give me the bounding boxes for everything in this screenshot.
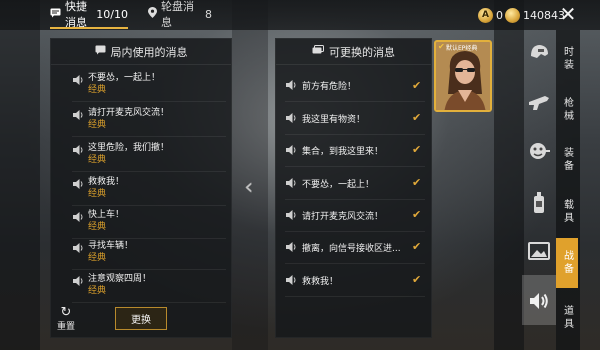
checkmark-icon: ✔ [412,208,422,221]
message-text: 撤离，向信号接收区进... [302,243,401,254]
message-text: 请打开麦克风交流！ [302,211,384,222]
message-text: 注意观察四周！ [88,274,152,284]
reset-button[interactable]: ↻ 重置 [54,306,78,332]
reset-label: 重置 [56,322,75,332]
picture-icon[interactable] [526,238,552,264]
speaker-icon [73,212,83,222]
message-text: 寻找车辆！ [88,241,134,251]
selected-check-icon: ✔ [438,42,445,51]
list-item[interactable]: 寻找车辆！ 经典 [72,237,226,270]
left-panel-title: 局内使用的消息 [110,45,188,59]
message-text: 我这里有物资！ [302,114,366,125]
speaker-icon [73,179,83,189]
message-tag: 经典 [88,120,107,130]
gun-icon[interactable] [526,90,552,116]
tab-vehicles[interactable]: 载具 [556,190,578,234]
tab-quick-messages-count: 10/10 [96,7,128,21]
currency-a: A 0 [478,6,503,24]
speaker-icon[interactable] [526,288,552,314]
tab-wheel-messages-label: 轮盘消息 [161,0,194,29]
speaker-icon [73,110,83,120]
tab-wheel-messages-count: 8 [205,7,212,21]
list-item[interactable]: 撤离，向信号接收区进... [285,231,425,264]
message-text: 不要怂，一起上！ [302,179,375,190]
tab-fashion[interactable]: 时装 [556,38,578,80]
tab-equipment[interactable]: 装备 [556,138,578,182]
top-bar: 快捷消息 10/10 轮盘消息 8 A 0 140843 ✕ [0,0,600,30]
speaker-icon [286,80,296,90]
checkmark-icon: ✔ [412,176,422,189]
message-tag: 经典 [88,253,107,263]
list-item[interactable]: 不要怂，一起上！ 经典 [72,69,226,102]
currency-a-amount: 0 [496,8,503,22]
list-item[interactable]: 这里危险，我们撤！ 经典 [72,139,226,172]
chat-icon [95,45,106,58]
speaker-icon [286,242,296,252]
list-item[interactable]: 我这里有物资！ [285,102,425,135]
message-tag: 经典 [88,155,107,165]
list-item[interactable]: 救救我！ 经典 [72,173,226,206]
tab-quick-messages-label: 快捷消息 [65,0,87,29]
category-tabs: 时装 枪械 装备 载具 战备 道具 [556,30,580,350]
tab-quick-messages[interactable]: 快捷消息 10/10 [50,0,128,29]
speaker-icon [286,145,296,155]
tab-items[interactable]: 道具 [556,296,578,340]
list-item[interactable]: 快上车！ 经典 [72,206,226,239]
tab-combat-prep[interactable]: 战备 [556,238,578,288]
tab-guns[interactable]: 枪械 [556,88,578,132]
chat-icon [50,8,61,21]
list-item[interactable]: 请打开麦克风交流！ [285,199,425,232]
bottle-icon[interactable] [526,190,552,216]
character-avatar[interactable]: ✔ 默认EP经典 [434,40,492,112]
speaker-icon [73,145,83,155]
pan-icon[interactable] [526,138,552,164]
chevron-left-icon: ‹‹ [244,175,252,200]
message-text: 救救我！ [88,177,125,187]
list-item[interactable]: 注意观察四周！ 经典 [72,270,226,303]
list-item[interactable]: 集合，到我这里来！ [285,134,425,167]
message-text: 前方有危险！ [302,81,357,92]
refresh-icon: ↻ [60,305,72,320]
message-text: 不要怂，一起上！ [88,73,161,83]
right-panel-header: 可更换的消息 [276,39,431,65]
message-tag: 经典 [88,286,107,296]
message-tag: 经典 [88,189,107,199]
message-tag: 经典 [88,85,107,95]
a-coin-icon: A [478,7,493,23]
message-text: 救救我！ [302,276,339,287]
character-portrait [436,42,490,110]
message-text: 集合，到我这里来！ [302,146,384,157]
speaker-icon [73,243,83,253]
speaker-icon [73,276,83,286]
avatar-label: 默认EP经典 [446,45,478,52]
helmet-icon[interactable] [526,40,552,66]
bp-coin-icon [505,7,520,23]
checkmark-icon: ✔ [412,111,422,124]
location-pin-icon [148,7,157,21]
checkmark-icon: ✔ [412,240,422,253]
checkmark-icon: ✔ [412,273,422,286]
message-stack-icon [312,45,324,58]
list-item[interactable]: 救救我！ [285,264,425,297]
list-item[interactable]: 请打开麦克风交流！ 经典 [72,104,226,137]
speaker-icon [286,275,296,285]
message-text: 请打开麦克风交流！ [88,108,170,118]
category-icons [520,30,552,350]
checkmark-icon: ✔ [412,143,422,156]
close-button[interactable]: ✕ [556,3,580,27]
right-panel-title: 可更换的消息 [329,45,395,59]
tab-wheel-messages[interactable]: 轮盘消息 8 [148,0,212,29]
swap-button[interactable]: 更换 [115,307,167,330]
list-item[interactable]: 前方有危险！ [285,69,425,102]
speaker-icon [286,113,296,123]
checkmark-icon: ✔ [412,79,422,92]
message-text: 这里危险，我们撤！ [88,143,170,153]
speaker-icon [73,75,83,85]
speaker-icon [286,210,296,220]
left-panel-header: 局内使用的消息 [51,39,231,65]
message-tag: 经典 [88,222,107,232]
speaker-icon [286,178,296,188]
message-text: 快上车！ [88,210,125,220]
list-item[interactable]: 不要怂，一起上！ [285,167,425,200]
